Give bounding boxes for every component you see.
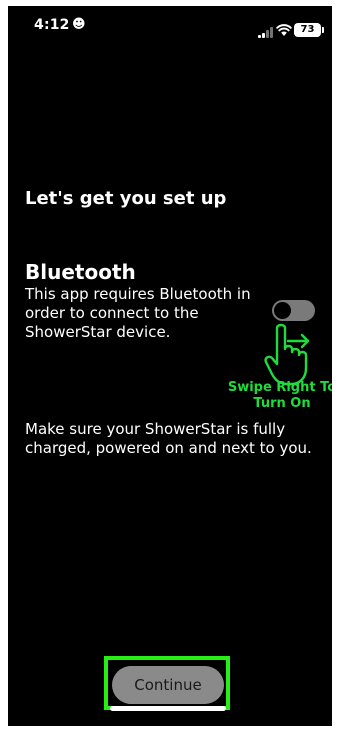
bluetooth-heading: Bluetooth (25, 260, 136, 284)
continue-button[interactable]: Continue (112, 666, 224, 704)
status-bar: 4:12 ☻ 73 (8, 6, 332, 46)
swipe-hint: Swipe Right To Turn On (222, 380, 332, 412)
signal-icon (258, 26, 274, 38)
bluetooth-description: This app requires Bluetooth in order to … (25, 285, 251, 341)
battery-icon: 73 (294, 23, 324, 37)
app-screen: 4:12 ☻ 73 Let's get you set up Bluetooth… (8, 6, 332, 726)
swipe-hand-icon (264, 323, 310, 386)
swipe-hint-line1: Swipe Right To (227, 380, 332, 395)
home-indicator (110, 706, 226, 711)
charge-note: Make sure your ShowerStar is fully charg… (25, 420, 312, 457)
status-emoji-icon: ☻ (72, 17, 86, 32)
page-title: Let's get you set up (25, 188, 227, 209)
status-time: 4:12 (34, 17, 70, 33)
swipe-hint-line2: Turn On (253, 396, 311, 411)
wifi-icon (276, 24, 292, 36)
